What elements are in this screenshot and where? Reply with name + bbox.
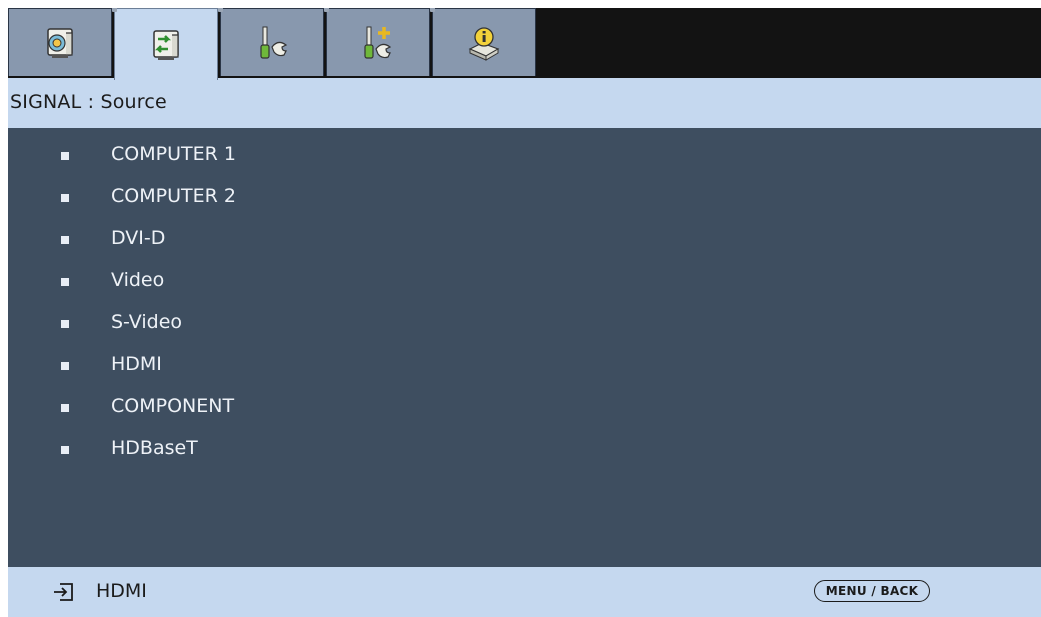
signal-settings-icon — [153, 29, 179, 60]
source-label: COMPONENT — [111, 395, 235, 417]
tab-information[interactable] — [430, 8, 536, 76]
information-icon — [468, 26, 500, 61]
input-source-icon — [54, 583, 73, 601]
bullet-icon — [61, 236, 69, 244]
bullet-icon — [61, 446, 69, 454]
bullet-icon — [61, 194, 69, 202]
source-item-s-video[interactable]: S-Video — [8, 304, 1041, 346]
source-label: Video — [111, 269, 165, 291]
bullet-icon — [61, 278, 69, 286]
source-item-computer-2[interactable]: COMPUTER 2 — [8, 178, 1041, 220]
source-label: COMPUTER 1 — [111, 143, 236, 165]
extended-setup-icon — [364, 26, 392, 59]
tab-tick — [112, 8, 117, 12]
source-item-hdbaset[interactable]: HDBaseT — [8, 430, 1041, 472]
tab-image[interactable] — [8, 8, 112, 76]
source-label: DVI-D — [111, 227, 166, 249]
source-item-computer-1[interactable]: COMPUTER 1 — [8, 136, 1041, 178]
source-label: S-Video — [111, 311, 183, 333]
page-title: SIGNAL : Source — [10, 91, 167, 113]
menu-back-button[interactable]: MENU / BACK — [814, 580, 930, 602]
source-list: COMPUTER 1 COMPUTER 2 DVI-D Video S-Vide… — [8, 128, 1041, 567]
source-label: HDMI — [111, 353, 162, 375]
setup-tools-icon — [260, 26, 288, 59]
source-item-hdmi[interactable]: HDMI — [8, 346, 1041, 388]
bullet-icon — [61, 362, 69, 370]
status-bar: HDMI MENU / BACK — [8, 567, 1041, 617]
tab-tick — [430, 8, 435, 12]
menu-header: SIGNAL : Source — [8, 78, 1041, 128]
tab-setup[interactable] — [218, 8, 324, 76]
osd-menu: SIGNAL : Source COMPUTER 1 COMPUTER 2 DV… — [8, 8, 1041, 617]
bullet-icon — [61, 152, 69, 160]
tab-extended[interactable] — [324, 8, 430, 76]
source-item-video[interactable]: Video — [8, 262, 1041, 304]
source-item-dvi-d[interactable]: DVI-D — [8, 220, 1041, 262]
tab-tick — [324, 8, 329, 12]
bullet-icon — [61, 320, 69, 328]
tab-tick — [218, 8, 223, 12]
current-input: HDMI — [96, 580, 147, 602]
source-item-component[interactable]: COMPONENT — [8, 388, 1041, 430]
tab-bar — [8, 8, 1041, 80]
tab-signal[interactable] — [112, 8, 218, 80]
source-label: HDBaseT — [111, 437, 198, 459]
source-label: COMPUTER 2 — [111, 185, 236, 207]
image-settings-icon — [47, 27, 73, 58]
bullet-icon — [61, 404, 69, 412]
